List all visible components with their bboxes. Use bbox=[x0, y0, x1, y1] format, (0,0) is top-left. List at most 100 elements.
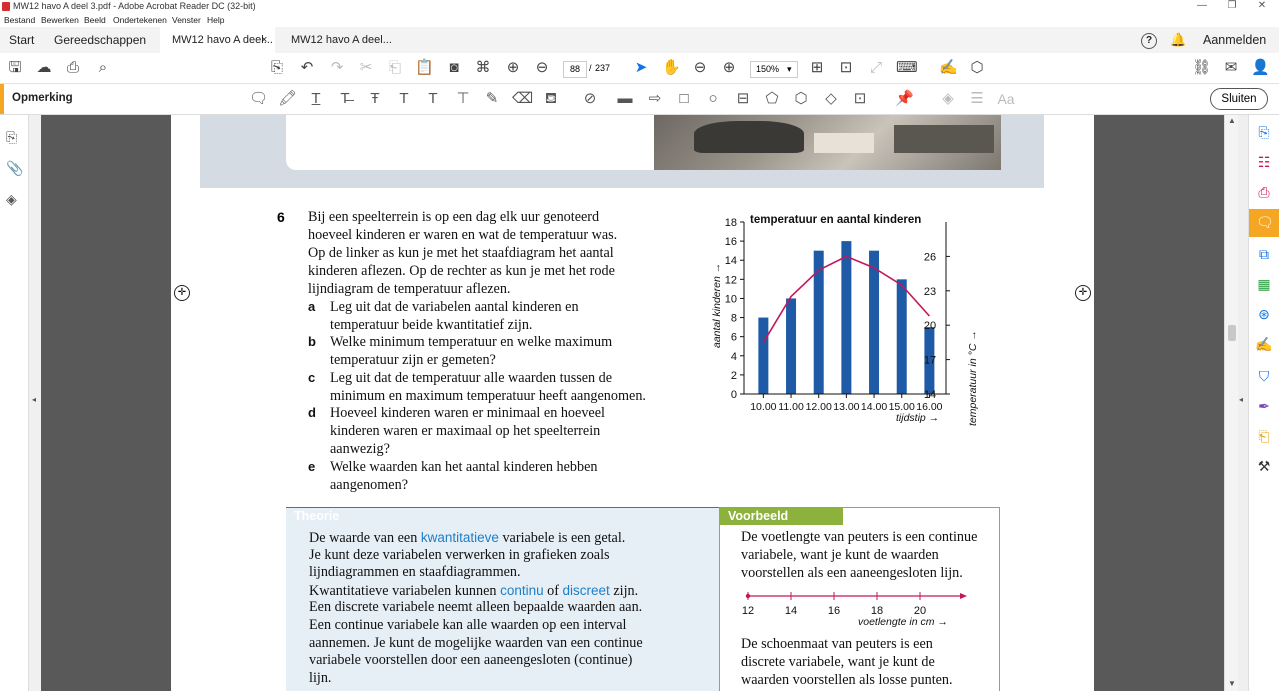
scroll-down-icon[interactable]: ▼ bbox=[1228, 679, 1236, 688]
tab-tools[interactable]: Gereedschappen bbox=[54, 27, 146, 53]
tag-icon[interactable]: ⬡ bbox=[968, 59, 986, 77]
polygon-tool-icon[interactable]: ⬠ bbox=[763, 90, 781, 108]
paste-icon[interactable]: 📋 bbox=[415, 59, 434, 77]
color-fill-icon[interactable]: ◈ bbox=[939, 90, 957, 108]
attach-icon[interactable]: ⊘ bbox=[581, 90, 599, 108]
layers-icon[interactable]: ◈ bbox=[6, 191, 17, 208]
request-signature-icon[interactable]: ✒ bbox=[1255, 397, 1273, 415]
keyboard-icon[interactable]: ⌨ bbox=[896, 59, 918, 77]
expand-left-icon[interactable]: ◂ bbox=[32, 395, 36, 404]
insert-text-icon[interactable]: T bbox=[395, 90, 413, 108]
mail-icon[interactable]: ✉ bbox=[1222, 59, 1240, 77]
combine-files-icon[interactable]: ⧉ bbox=[1255, 245, 1273, 263]
close-comment-button[interactable]: Sluiten bbox=[1210, 88, 1268, 110]
undo-icon[interactable]: ↶ bbox=[298, 59, 316, 77]
search-icon[interactable]: ⌕ bbox=[94, 59, 112, 77]
signin-link[interactable]: Aanmelden bbox=[1203, 27, 1266, 53]
eraser-icon[interactable]: ⌫ bbox=[512, 90, 533, 108]
zoom-in-icon[interactable]: ⊕ bbox=[720, 59, 738, 77]
right-panel-collapse[interactable]: ◂ bbox=[1238, 115, 1248, 691]
strikethrough-icon[interactable]: T̶ bbox=[336, 90, 354, 108]
tab-doc-2[interactable]: MW12 havo A deel... bbox=[291, 27, 392, 53]
minimize-button[interactable]: — bbox=[1192, 0, 1212, 11]
attachments-icon[interactable]: 📎 bbox=[6, 160, 23, 177]
add-text-icon[interactable]: T bbox=[424, 90, 442, 108]
page-thumbnails-icon[interactable]: ⎘ bbox=[6, 129, 17, 146]
page-number-input[interactable]: 88 bbox=[563, 61, 587, 78]
create-pdf-icon[interactable]: ⎘ bbox=[1255, 123, 1273, 141]
text-properties-icon[interactable]: Aa bbox=[997, 90, 1015, 108]
polyline-tool-icon[interactable]: ◇ bbox=[822, 90, 840, 108]
left-panel-collapse[interactable]: ◂ bbox=[29, 115, 41, 691]
select-tool-icon[interactable]: ➤ bbox=[632, 59, 650, 77]
compress-icon[interactable]: ⊛ bbox=[1255, 305, 1273, 323]
fit-page-icon[interactable]: ⊞ bbox=[808, 59, 826, 77]
tab-start[interactable]: Start bbox=[9, 27, 34, 53]
highlight-icon[interactable]: 🖍 bbox=[278, 90, 297, 108]
link-icon[interactable]: ⛓ bbox=[1192, 59, 1211, 77]
menu-ondertekenen[interactable]: Ondertekenen bbox=[113, 15, 167, 25]
pdf-page: 6 Bij een speelterrein is op een dag elk… bbox=[171, 115, 1094, 691]
redo-icon[interactable]: ↷ bbox=[328, 59, 346, 77]
previous-page-icon[interactable]: ⊕ bbox=[504, 59, 522, 77]
comment-tool-active[interactable]: 🗨 bbox=[1249, 209, 1279, 237]
theory-line: Kwantitatieve variabelen kunnen continu … bbox=[309, 583, 639, 599]
excel-export-icon[interactable]: ▦ bbox=[1255, 275, 1273, 293]
export-pdf-icon[interactable]: ⎙ bbox=[1255, 183, 1273, 201]
line-tool-icon[interactable]: ▬ bbox=[616, 90, 634, 108]
pin-icon[interactable]: 📌 bbox=[895, 90, 914, 108]
sign-pen-icon[interactable]: ✍ bbox=[939, 59, 958, 77]
menu-beeld[interactable]: Beeld bbox=[84, 15, 106, 25]
next-page-icon[interactable]: ⊖ bbox=[533, 59, 551, 77]
item-line: Welke waarden kan het aantal kinderen he… bbox=[330, 459, 598, 475]
pencil-icon[interactable]: ✎ bbox=[483, 90, 501, 108]
expand-right-icon[interactable]: ◂ bbox=[1239, 395, 1243, 404]
crosshair-marker-icon[interactable]: ✛ bbox=[1075, 285, 1091, 301]
add-user-icon[interactable]: 👤 bbox=[1251, 59, 1270, 77]
arrow-tool-icon[interactable]: ⇨ bbox=[646, 90, 664, 108]
document-settings-icon[interactable]: ⎘ bbox=[268, 59, 286, 77]
cut-icon[interactable]: ✂ bbox=[357, 59, 375, 77]
stamp-icon[interactable]: ⛾ bbox=[542, 90, 560, 108]
vertical-scrollbar[interactable]: ▲ ▼ bbox=[1224, 115, 1239, 691]
textbox-icon[interactable]: ⊤ bbox=[454, 90, 472, 108]
sticky-note-icon[interactable]: 🗨 bbox=[249, 90, 268, 108]
hand-tool-icon[interactable]: ✋ bbox=[662, 59, 681, 77]
protect-shield-icon[interactable]: ⛉ bbox=[1255, 367, 1273, 385]
scroll-thumb[interactable] bbox=[1228, 325, 1236, 341]
tab-doc-active[interactable]: MW12 havo A deel... × bbox=[160, 27, 275, 53]
menu-bewerken[interactable]: Bewerken bbox=[41, 15, 79, 25]
replace-text-icon[interactable]: Ŧ bbox=[366, 90, 384, 108]
copy-icon[interactable]: ⎗ bbox=[386, 59, 404, 77]
fullscreen-icon[interactable]: ⤢ bbox=[867, 59, 885, 77]
menu-bestand[interactable]: Bestand bbox=[4, 15, 35, 25]
zoom-select[interactable]: 150% ▾ bbox=[750, 61, 798, 78]
tab-close-icon[interactable]: × bbox=[261, 27, 267, 53]
help-icon[interactable]: ? bbox=[1141, 33, 1157, 49]
notification-bell-icon[interactable]: 🔔 bbox=[1170, 27, 1186, 53]
save-icon[interactable]: 🖫 bbox=[6, 59, 24, 77]
close-window-button[interactable]: ✕ bbox=[1252, 0, 1272, 11]
zoom-out-icon[interactable]: ⊖ bbox=[691, 59, 709, 77]
line-weight-icon[interactable]: ☰ bbox=[968, 90, 986, 108]
organize-pages-icon[interactable]: ☷ bbox=[1255, 153, 1273, 171]
cloud-tool-icon[interactable]: ⬡ bbox=[792, 90, 810, 108]
oval-tool-icon[interactable]: ○ bbox=[704, 90, 722, 108]
underline-text-icon[interactable]: T̲ bbox=[307, 90, 325, 108]
rectangle-tool-icon[interactable]: □ bbox=[675, 90, 693, 108]
restore-button[interactable]: ❐ bbox=[1222, 0, 1242, 11]
area-tool-icon[interactable]: ⊡ bbox=[851, 90, 869, 108]
scroll-up-icon[interactable]: ▲ bbox=[1228, 116, 1236, 125]
more-tools-icon[interactable]: ⚒ bbox=[1255, 457, 1273, 475]
send-track-icon[interactable]: ⎗ bbox=[1255, 427, 1273, 445]
rotate-icon[interactable]: ⊡ bbox=[837, 59, 855, 77]
upload-cloud-icon[interactable]: ☁ bbox=[35, 59, 53, 77]
crosshair-marker-icon[interactable]: ✛ bbox=[174, 285, 190, 301]
callout-tool-icon[interactable]: ⊟ bbox=[734, 90, 752, 108]
snapshot-icon[interactable]: ◙ bbox=[445, 59, 463, 77]
fill-sign-icon[interactable]: ✍ bbox=[1255, 335, 1273, 353]
find-binoculars-icon[interactable]: ⌘ bbox=[474, 59, 492, 77]
menu-help[interactable]: Help bbox=[207, 15, 224, 25]
print-icon[interactable]: ⎙ bbox=[64, 59, 82, 77]
menu-venster[interactable]: Venster bbox=[172, 15, 201, 25]
